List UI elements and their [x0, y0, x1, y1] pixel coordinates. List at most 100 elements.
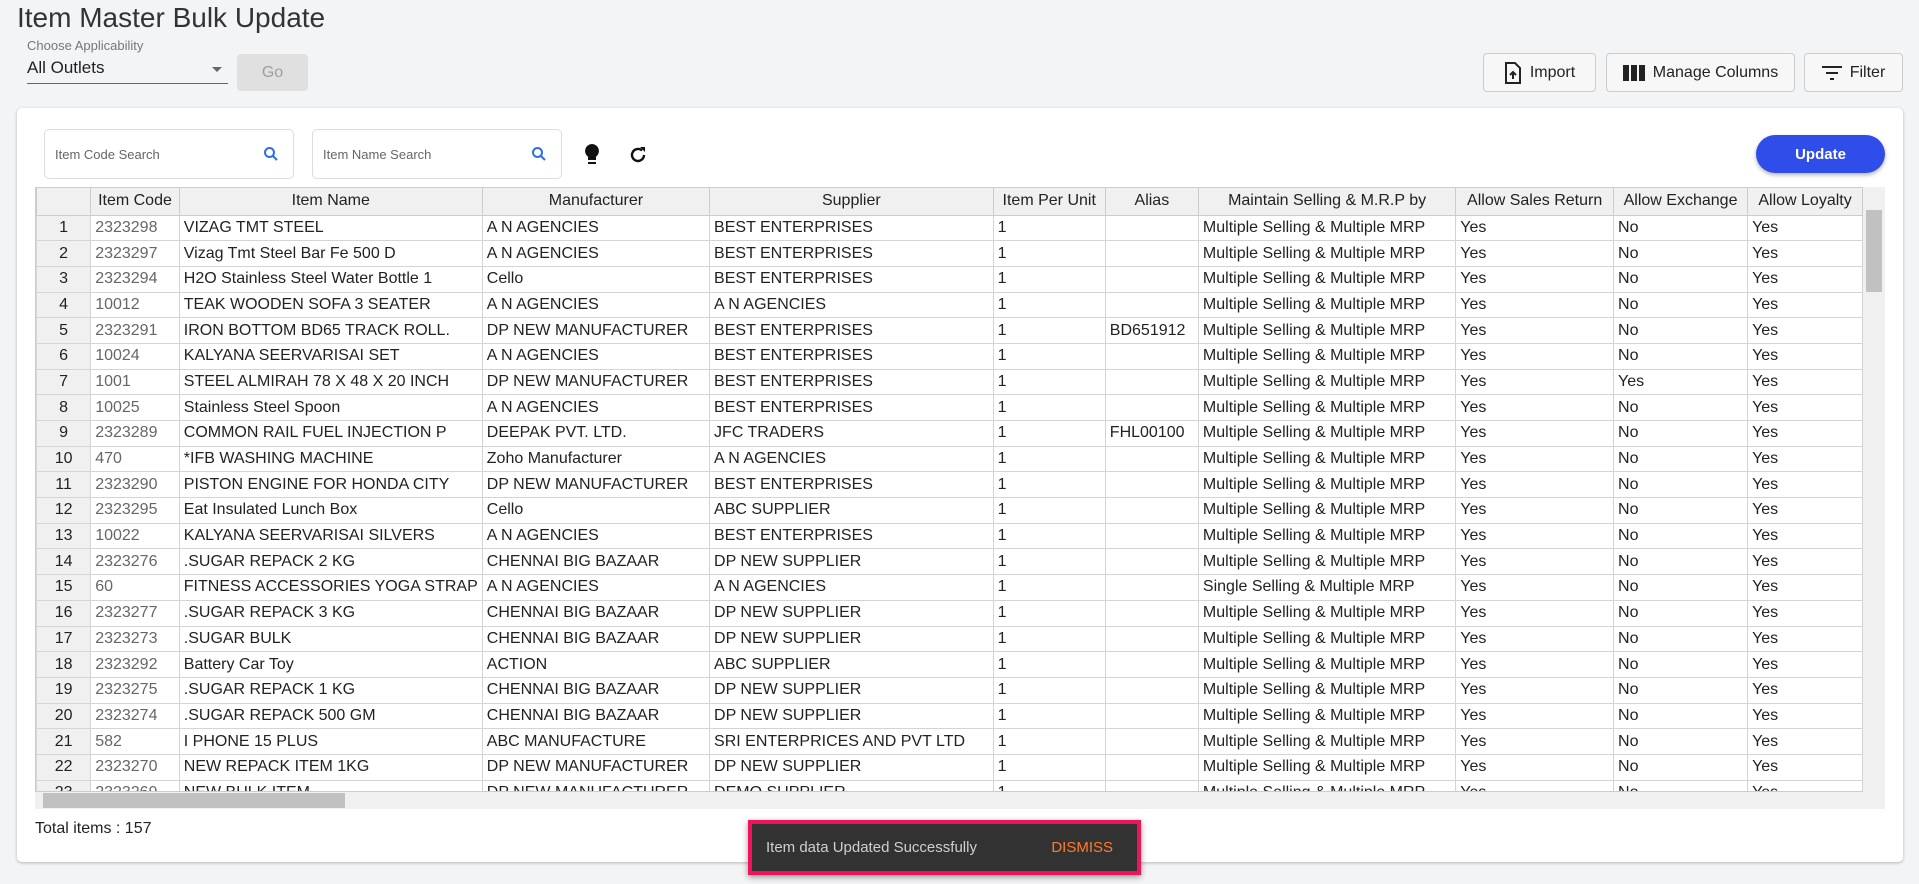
- table-row[interactable]: 20 2323274 .SUGAR REPACK 500 GM CHENNAI BIG…: [36, 702, 1863, 730]
- manufacturer-cell[interactable]: A N AGENCIES: [481, 342, 711, 370]
- allow-loyalty-cell[interactable]: Yes: [1747, 702, 1863, 730]
- selling-mrp-cell[interactable]: Multiple Selling & Multiple MRP: [1197, 291, 1457, 319]
- alias-cell[interactable]: [1104, 625, 1199, 653]
- table-row[interactable]: 9 2323289 COMMON RAIL FUEL INJECTION P DEEP…: [36, 420, 1863, 447]
- table-row[interactable]: 13 10022 KALYANA SEERVARISAI SILVERS A N AG…: [36, 522, 1863, 550]
- allow-sales-return-cell[interactable]: Yes: [1455, 265, 1615, 293]
- table-row[interactable]: 5 2323291 IRON BOTTOM BD65 TRACK ROLL. DP N…: [36, 317, 1863, 344]
- update-button[interactable]: Update: [1756, 135, 1885, 173]
- allow-exchange-cell[interactable]: No: [1613, 317, 1749, 344]
- supplier-cell[interactable]: DP NEW SUPPLIER: [709, 625, 994, 653]
- selling-mrp-cell[interactable]: Multiple Selling & Multiple MRP: [1197, 497, 1457, 524]
- allow-exchange-cell[interactable]: No: [1613, 214, 1749, 242]
- allow-exchange-cell[interactable]: No: [1613, 471, 1749, 499]
- item-per-unit-cell[interactable]: 1: [992, 317, 1106, 344]
- item-code-cell[interactable]: 2323275: [90, 676, 180, 704]
- allow-sales-return-cell[interactable]: Yes: [1455, 548, 1615, 576]
- column-header[interactable]: Alias: [1104, 188, 1199, 216]
- allow-exchange-cell[interactable]: No: [1613, 240, 1749, 267]
- allow-loyalty-cell[interactable]: Yes: [1747, 394, 1863, 421]
- allow-loyalty-cell[interactable]: Yes: [1747, 574, 1863, 601]
- table-row[interactable]: 22 2323270 NEW REPACK ITEM 1KG DP NEW MANUF…: [36, 753, 1863, 781]
- item-per-unit-cell[interactable]: 1: [992, 651, 1106, 678]
- allow-exchange-cell[interactable]: No: [1613, 445, 1749, 473]
- item-name-cell[interactable]: .SUGAR BULK: [178, 625, 483, 653]
- selling-mrp-cell[interactable]: Multiple Selling & Multiple MRP: [1197, 625, 1457, 653]
- allow-exchange-cell[interactable]: Yes: [1613, 368, 1749, 396]
- selling-mrp-cell[interactable]: Multiple Selling & Multiple MRP: [1197, 240, 1457, 267]
- allow-sales-return-cell[interactable]: Yes: [1455, 753, 1615, 781]
- manufacturer-cell[interactable]: ABC MANUFACTURE: [481, 728, 711, 755]
- supplier-cell[interactable]: A N AGENCIES: [709, 445, 994, 473]
- item-code-cell[interactable]: 2323270: [90, 753, 180, 781]
- allow-exchange-cell[interactable]: No: [1613, 522, 1749, 550]
- allow-loyalty-cell[interactable]: Yes: [1747, 420, 1863, 447]
- allow-exchange-cell[interactable]: No: [1613, 574, 1749, 601]
- supplier-cell[interactable]: DP NEW SUPPLIER: [709, 702, 994, 730]
- selling-mrp-cell[interactable]: Multiple Selling & Multiple MRP: [1197, 728, 1457, 755]
- alias-cell[interactable]: [1104, 779, 1199, 791]
- manufacturer-cell[interactable]: A N AGENCIES: [481, 574, 711, 601]
- supplier-cell[interactable]: BEST ENTERPRISES: [709, 368, 994, 396]
- selling-mrp-cell[interactable]: Multiple Selling & Multiple MRP: [1197, 420, 1457, 447]
- item-code-cell[interactable]: 2323269: [90, 779, 180, 791]
- manufacturer-cell[interactable]: Cello: [481, 265, 711, 293]
- allow-exchange-cell[interactable]: No: [1613, 625, 1749, 653]
- column-header[interactable]: Item Per Unit: [992, 188, 1106, 216]
- item-code-cell[interactable]: 2323274: [90, 702, 180, 730]
- allow-sales-return-cell[interactable]: Yes: [1455, 342, 1615, 370]
- alias-cell[interactable]: [1104, 548, 1199, 576]
- alias-cell[interactable]: [1104, 471, 1199, 499]
- item-code-cell[interactable]: 10024: [90, 342, 180, 370]
- item-name-cell[interactable]: Stainless Steel Spoon: [178, 394, 483, 421]
- allow-sales-return-cell[interactable]: Yes: [1455, 368, 1615, 396]
- item-per-unit-cell[interactable]: 1: [992, 420, 1106, 447]
- manufacturer-cell[interactable]: DP NEW MANUFACTURER: [481, 779, 711, 791]
- selling-mrp-cell[interactable]: Multiple Selling & Multiple MRP: [1197, 753, 1457, 781]
- item-per-unit-cell[interactable]: 1: [992, 779, 1106, 791]
- selling-mrp-cell[interactable]: Multiple Selling & Multiple MRP: [1197, 779, 1457, 791]
- table-row[interactable]: 15 60 FITNESS ACCESSORIES YOGA STRAP A N AG…: [36, 574, 1863, 601]
- allow-sales-return-cell[interactable]: Yes: [1455, 522, 1615, 550]
- selling-mrp-cell[interactable]: Multiple Selling & Multiple MRP: [1197, 676, 1457, 704]
- allow-exchange-cell[interactable]: No: [1613, 497, 1749, 524]
- allow-sales-return-cell[interactable]: Yes: [1455, 291, 1615, 319]
- item-per-unit-cell[interactable]: 1: [992, 240, 1106, 267]
- allow-loyalty-cell[interactable]: Yes: [1747, 497, 1863, 524]
- item-per-unit-cell[interactable]: 1: [992, 342, 1106, 370]
- alias-cell[interactable]: [1104, 291, 1199, 319]
- item-name-cell[interactable]: PISTON ENGINE FOR HONDA CITY: [178, 471, 483, 499]
- manufacturer-cell[interactable]: CHENNAI BIG BAZAAR: [481, 548, 711, 576]
- table-row[interactable]: 3 2323294 H2O Stainless Steel Water Bottle…: [36, 265, 1863, 293]
- allow-loyalty-cell[interactable]: Yes: [1747, 779, 1863, 791]
- item-per-unit-cell[interactable]: 1: [992, 548, 1106, 576]
- alias-cell[interactable]: [1104, 497, 1199, 524]
- supplier-cell[interactable]: JFC TRADERS: [709, 420, 994, 447]
- item-code-cell[interactable]: 2323289: [90, 420, 180, 447]
- item-per-unit-cell[interactable]: 1: [992, 522, 1106, 550]
- supplier-cell[interactable]: A N AGENCIES: [709, 574, 994, 601]
- manufacturer-cell[interactable]: ACTION: [481, 651, 711, 678]
- vertical-scrollbar-thumb[interactable]: [1866, 210, 1882, 292]
- selling-mrp-cell[interactable]: Multiple Selling & Multiple MRP: [1197, 368, 1457, 396]
- allow-loyalty-cell[interactable]: Yes: [1747, 548, 1863, 576]
- allow-sales-return-cell[interactable]: Yes: [1455, 214, 1615, 242]
- table-row[interactable]: 16 2323277 .SUGAR REPACK 3 KG CHENNAI BIG B…: [36, 599, 1863, 627]
- allow-loyalty-cell[interactable]: Yes: [1747, 753, 1863, 781]
- item-code-cell[interactable]: 2323276: [90, 548, 180, 576]
- alias-cell[interactable]: [1104, 522, 1199, 550]
- alias-cell[interactable]: BD651912: [1104, 317, 1199, 344]
- manufacturer-cell[interactable]: Cello: [481, 497, 711, 524]
- table-row[interactable]: 18 2323292 Battery Car Toy ACTION ABC SUPPLI…: [36, 651, 1863, 678]
- allow-exchange-cell[interactable]: No: [1613, 548, 1749, 576]
- item-code-cell[interactable]: 2323290: [90, 471, 180, 499]
- table-row[interactable]: 2 2323297 Vizag Tmt Steel Bar Fe 500 DA N …: [36, 240, 1863, 267]
- alias-cell[interactable]: [1104, 342, 1199, 370]
- item-name-cell[interactable]: NEW BULK ITEM: [178, 779, 483, 791]
- item-per-unit-cell[interactable]: 1: [992, 471, 1106, 499]
- item-code-cell[interactable]: 2323292: [90, 651, 180, 678]
- item-code-cell[interactable]: 1001: [90, 368, 180, 396]
- allow-sales-return-cell[interactable]: Yes: [1455, 420, 1615, 447]
- item-name-cell[interactable]: .SUGAR REPACK 3 KG: [178, 599, 483, 627]
- allow-loyalty-cell[interactable]: Yes: [1747, 265, 1863, 293]
